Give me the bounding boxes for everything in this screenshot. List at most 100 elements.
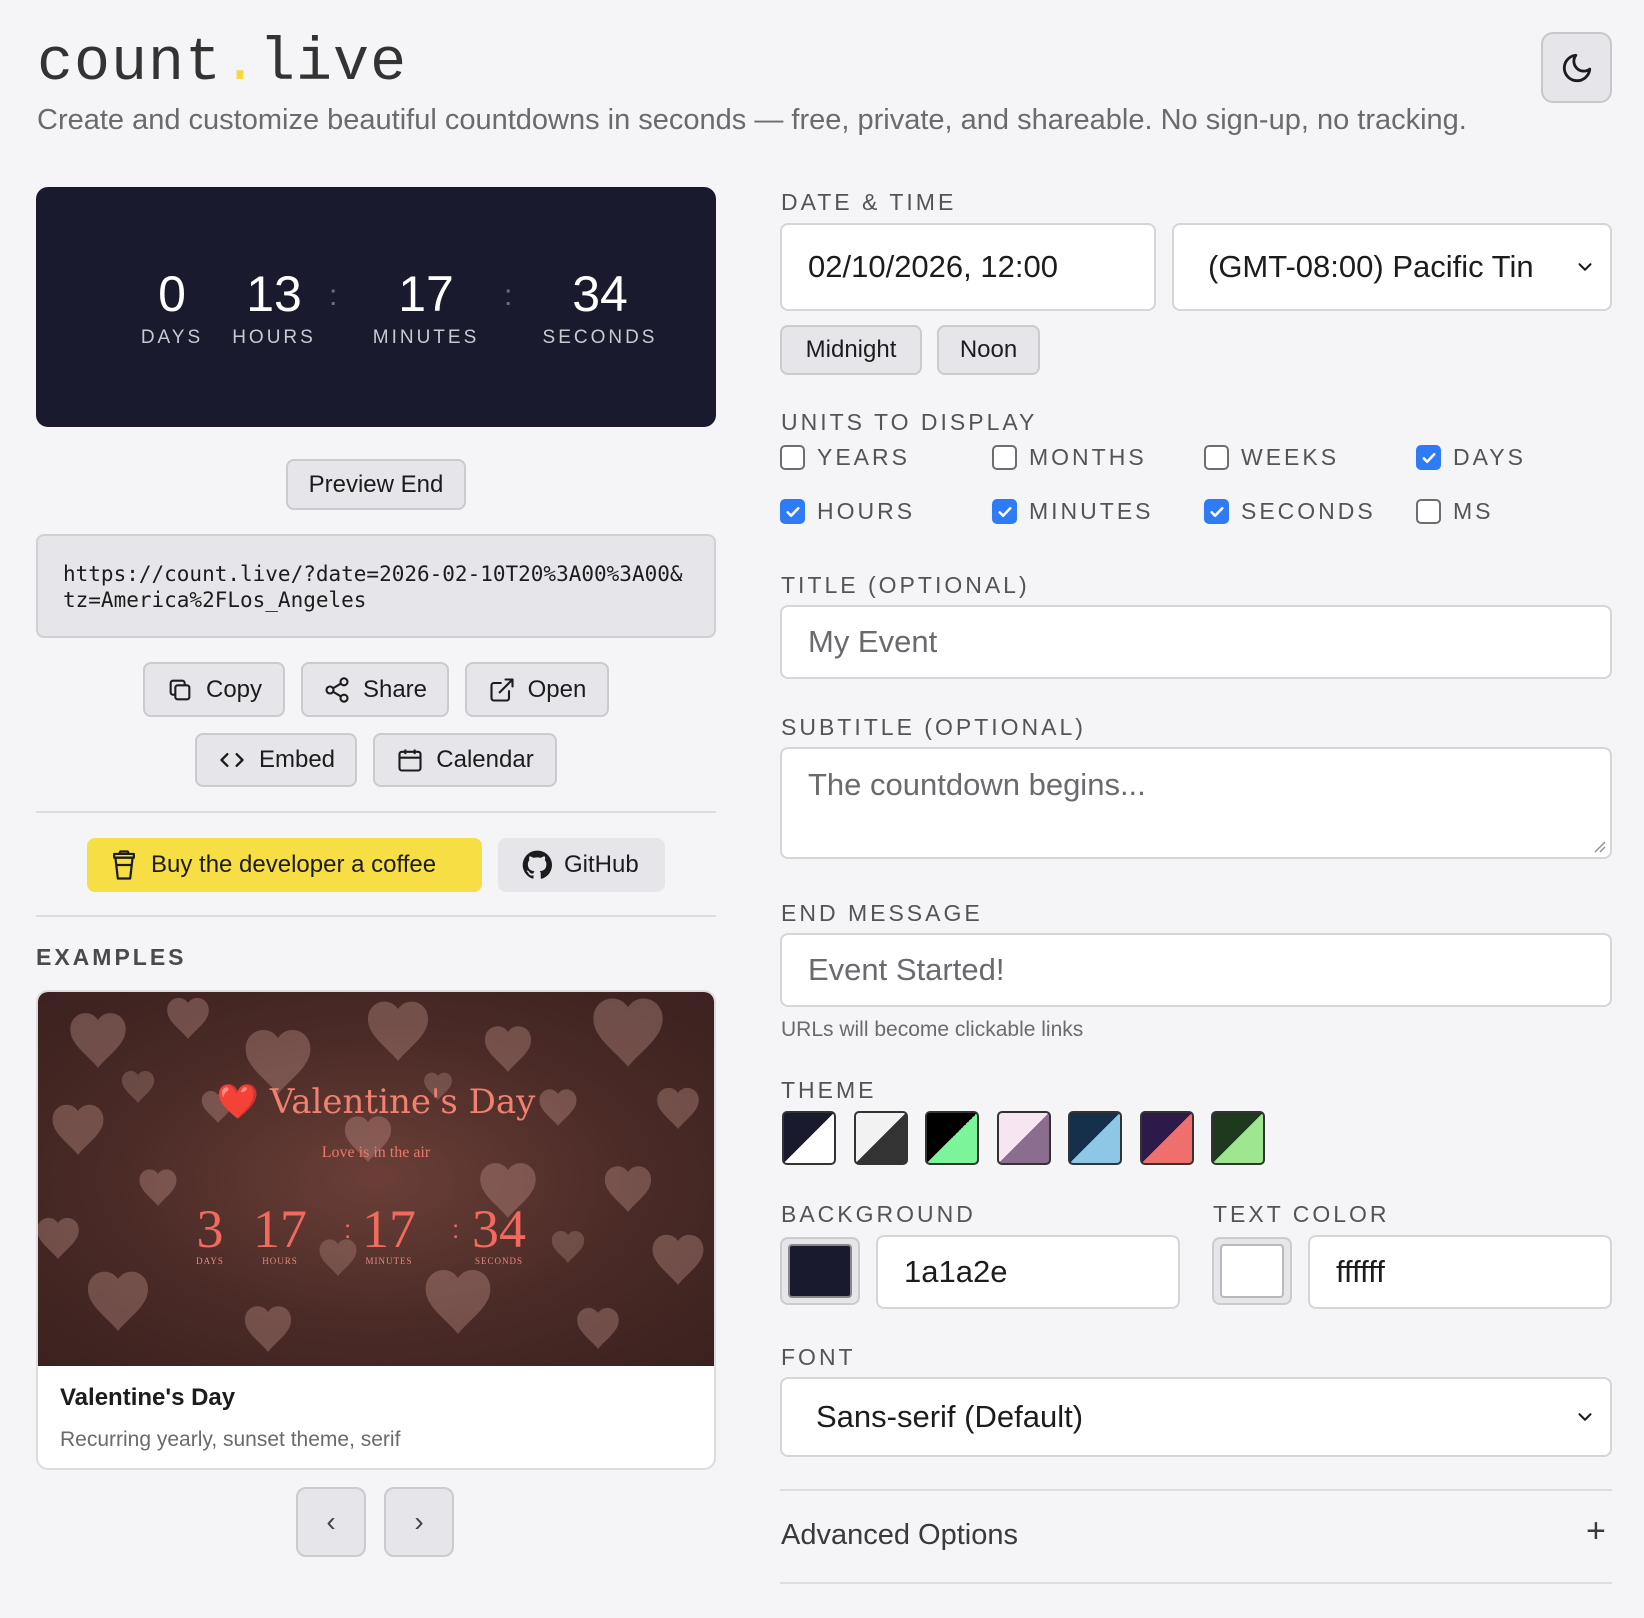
- share-url-box[interactable]: https://count.live/?date=2026-02-10T20%3…: [36, 534, 716, 638]
- plus-icon[interactable]: +: [1586, 1512, 1606, 1551]
- text-color-picker[interactable]: [1212, 1237, 1292, 1305]
- divider: [780, 1582, 1612, 1584]
- example-days-value: 3: [196, 1199, 224, 1259]
- checkbox-unchecked-icon[interactable]: [1204, 445, 1229, 470]
- unit-checkbox-months[interactable]: MONTHS: [992, 444, 1147, 471]
- example-days-label: DAYS: [196, 1256, 224, 1266]
- midnight-label: Midnight: [805, 336, 897, 363]
- background-hex-input[interactable]: 1a1a2e: [876, 1235, 1180, 1309]
- preview-unit-seconds: 34 SECONDS: [530, 267, 670, 349]
- checkbox-checked-icon[interactable]: [992, 499, 1017, 524]
- theme-swatch[interactable]: [925, 1111, 979, 1165]
- chevron-right-icon: ›: [414, 1506, 424, 1537]
- timezone-select[interactable]: (GMT-08:00) Pacific Tin: [1172, 223, 1612, 311]
- theme-swatch[interactable]: [1211, 1111, 1265, 1165]
- unit-checkbox-hours[interactable]: HOURS: [780, 498, 915, 525]
- example-heading: ❤️ Valentine's Day: [38, 1082, 714, 1122]
- example-next-button[interactable]: ›: [384, 1487, 454, 1557]
- unit-checkbox-label: YEARS: [817, 444, 910, 470]
- preview-separator: :: [504, 279, 513, 312]
- unit-checkbox-label: MINUTES: [1029, 498, 1154, 524]
- coffee-cup-icon: [113, 850, 135, 880]
- advanced-options-toggle[interactable]: Advanced Options: [781, 1519, 1018, 1552]
- timezone-value: (GMT-08:00) Pacific Tin: [1208, 249, 1534, 284]
- title-input[interactable]: My Event: [780, 605, 1612, 679]
- example-prev-button[interactable]: ‹: [296, 1487, 366, 1557]
- preview-end-button[interactable]: Preview End: [286, 459, 466, 510]
- midnight-button[interactable]: Midnight: [780, 325, 922, 375]
- theme-swatch[interactable]: [1139, 1111, 1194, 1165]
- example-hours-value: 17: [253, 1199, 307, 1259]
- text-color-preview: [1220, 1244, 1284, 1298]
- open-button[interactable]: Open: [465, 662, 609, 717]
- preview-days-value: 0: [158, 266, 186, 322]
- unit-checkbox-label: WEEKS: [1241, 444, 1340, 470]
- example-seconds-label: SECONDS: [474, 1256, 523, 1266]
- noon-button[interactable]: Noon: [937, 325, 1040, 375]
- heart-icon: ❤️: [216, 1082, 260, 1122]
- theme-swatch[interactable]: [853, 1111, 908, 1165]
- chevron-left-icon: ‹: [326, 1506, 336, 1537]
- github-button[interactable]: GitHub: [498, 838, 665, 892]
- preview-end-label: Preview End: [308, 470, 444, 498]
- example-unit-seconds: 34 SECONDS: [466, 1202, 532, 1266]
- example-unit-hours: 17 HOURS: [250, 1202, 310, 1266]
- date-time-input[interactable]: 02/10/2026, 12:00: [780, 223, 1156, 311]
- background-color-preview: [788, 1244, 852, 1298]
- open-label: Open: [527, 675, 587, 703]
- example-card[interactable]: ❤️ Valentine's Day Love is in the air 3 …: [36, 990, 716, 1470]
- checkbox-unchecked-icon[interactable]: [992, 445, 1017, 470]
- checkbox-unchecked-icon[interactable]: [1416, 499, 1441, 524]
- preview-seconds-value: 34: [572, 266, 628, 322]
- font-value: Sans-serif (Default): [816, 1399, 1084, 1434]
- font-select[interactable]: Sans-serif (Default): [780, 1377, 1612, 1457]
- end-message-input[interactable]: Event Started!: [780, 933, 1612, 1007]
- unit-checkbox-minutes[interactable]: MINUTES: [992, 498, 1154, 525]
- share-button[interactable]: Share: [301, 662, 449, 717]
- preview-minutes-label: MINUTES: [372, 327, 480, 348]
- preview-minutes-value: 17: [398, 266, 454, 322]
- text-color-hex-input[interactable]: ffffff: [1308, 1235, 1612, 1309]
- end-message-label: END MESSAGE: [781, 900, 983, 926]
- copy-button[interactable]: Copy: [143, 662, 285, 717]
- preview-days-label: DAYS: [140, 327, 204, 348]
- resize-handle-icon[interactable]: [1590, 837, 1606, 853]
- theme-swatch[interactable]: [1068, 1111, 1122, 1165]
- preview-hours-value: 13: [246, 266, 302, 322]
- unit-checkbox-seconds[interactable]: SECONDS: [1204, 498, 1376, 525]
- unit-checkbox-years[interactable]: YEARS: [780, 444, 910, 471]
- tagline: Create and customize beautiful countdown…: [37, 104, 1467, 136]
- example-name: Valentine's Day: [60, 1384, 236, 1411]
- unit-checkbox-days[interactable]: DAYS: [1416, 444, 1526, 471]
- theme-swatch[interactable]: [996, 1111, 1051, 1165]
- checkbox-unchecked-icon[interactable]: [780, 445, 805, 470]
- example-separator: :: [344, 1214, 352, 1244]
- checkbox-checked-icon[interactable]: [1204, 499, 1229, 524]
- text-color-label: TEXT COLOR: [1213, 1201, 1390, 1227]
- copy-label: Copy: [205, 675, 263, 703]
- example-minutes-value: 17: [362, 1199, 416, 1259]
- embed-button[interactable]: Embed: [195, 733, 357, 787]
- buy-coffee-button[interactable]: Buy the developer a coffee: [87, 838, 482, 892]
- background-color-picker[interactable]: [780, 1237, 860, 1305]
- buy-coffee-label: Buy the developer a coffee: [151, 851, 437, 878]
- subtitle-textarea[interactable]: The countdown begins...: [780, 747, 1612, 859]
- unit-checkbox-weeks[interactable]: WEEKS: [1204, 444, 1339, 471]
- calendar-button[interactable]: Calendar: [373, 733, 557, 787]
- title-label: TITLE (OPTIONAL): [781, 572, 1030, 598]
- unit-checkbox-label: MONTHS: [1029, 444, 1147, 470]
- hearts-background: [38, 997, 704, 1352]
- github-icon: [522, 850, 552, 879]
- external-link-icon: [490, 677, 514, 702]
- date-time-label: DATE & TIME: [781, 189, 957, 215]
- dark-mode-toggle-button[interactable]: [1541, 32, 1612, 103]
- example-separator: :: [452, 1214, 460, 1244]
- checkbox-checked-icon[interactable]: [780, 499, 805, 524]
- share-label: Share: [362, 675, 428, 703]
- checkbox-checked-icon[interactable]: [1416, 445, 1441, 470]
- theme-swatch[interactable]: [782, 1111, 836, 1165]
- unit-checkbox-ms[interactable]: MS: [1416, 498, 1494, 525]
- divider: [36, 915, 716, 917]
- example-description: Recurring yearly, sunset theme, serif: [60, 1428, 401, 1451]
- divider: [36, 811, 716, 813]
